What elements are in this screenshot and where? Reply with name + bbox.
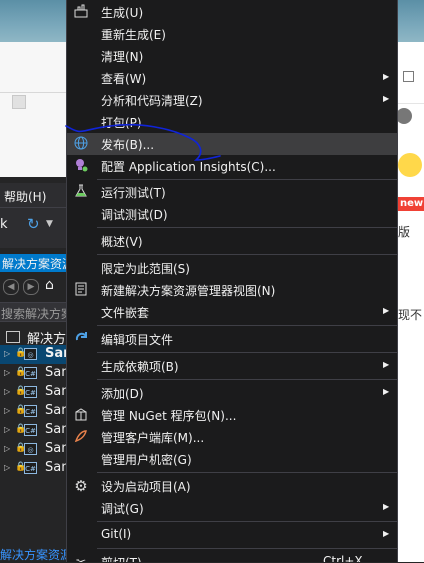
project-node[interactable]: ▷ 🔒 ◎ San [0, 440, 69, 459]
menu-item-set-startup[interactable]: ⚙ 设为启动项目(A) [67, 475, 397, 497]
submenu-arrow-icon: ▶ [383, 360, 390, 369]
menu-separator [97, 179, 397, 180]
project-node[interactable]: ▷ 🔒 C# San [0, 402, 69, 421]
menu-separator [97, 521, 397, 522]
menu-separator [97, 352, 397, 353]
menu-item-debug[interactable]: 调试(G) ▶ [67, 497, 397, 519]
menu-item-overview[interactable]: 概述(V) [67, 230, 397, 252]
divider [398, 103, 424, 104]
menu-item-manage-nuget[interactable]: 管理 NuGet 程序包(N)... [67, 404, 397, 426]
solution-explorer-title: 解决方案资源 [2, 257, 75, 271]
menu-item-rebuild[interactable]: 重新生成(E) [67, 23, 397, 45]
menu-item-cut[interactable]: ✂ 剪切(T) Ctrl+X [67, 551, 397, 562]
expand-arrow-icon[interactable]: ▷ [4, 349, 10, 358]
menu-item-git[interactable]: Git(I) ▶ [67, 524, 397, 546]
background-window [0, 42, 66, 177]
menu-item-app-insights[interactable]: 配置 Application Insights(C)... [67, 155, 397, 177]
build-icon [73, 4, 89, 20]
menu-item-scope[interactable]: 限定为此范围(S) [67, 257, 397, 279]
menu-separator [97, 254, 397, 255]
globe-icon [73, 136, 89, 152]
new-view-icon [73, 282, 89, 298]
submenu-arrow-icon: ▶ [383, 72, 390, 81]
submenu-arrow-icon: ▶ [383, 502, 390, 511]
menu-item-build-dependencies[interactable]: 生成依赖项(B) ▶ [67, 355, 397, 377]
menu-item-pack[interactable]: 打包(P) [67, 111, 397, 133]
web-project-icon: ◎ [24, 348, 37, 360]
menu-item-build[interactable]: 生成(U) [67, 1, 397, 23]
menu-item-view[interactable]: 查看(W) ▶ [67, 67, 397, 89]
toolbar-config-text[interactable]: k [0, 217, 8, 232]
menu-help[interactable]: 帮助(H) [4, 188, 46, 205]
menu-item-clean[interactable]: 清理(N) [67, 45, 397, 67]
menu-item-new-explorer-view[interactable]: 新建解决方案资源管理器视图(N) [67, 279, 397, 301]
cut-shortcut: Ctrl+X [323, 554, 363, 562]
chevron-down-icon[interactable]: ▼ [46, 219, 53, 229]
menu-item-analyze[interactable]: 分析和代码清理(Z) ▶ [67, 89, 397, 111]
expand-arrow-icon[interactable]: ▷ [4, 444, 10, 453]
forward-icon[interactable]: ▶ [23, 279, 39, 295]
submenu-arrow-icon: ▶ [383, 94, 390, 103]
gear-icon: ⚙ [74, 477, 88, 495]
menu-item-add[interactable]: 添加(D) ▶ [67, 382, 397, 404]
menu-item-debug-tests[interactable]: 调试测试(D) [67, 203, 397, 225]
csharp-project-icon: C# [24, 367, 37, 379]
solution-explorer-title-bar[interactable]: 解决方案资源 [0, 254, 74, 272]
menu-separator [97, 472, 397, 473]
expand-arrow-icon[interactable]: ▷ [4, 368, 10, 377]
csharp-project-icon: C# [24, 386, 37, 398]
home-icon[interactable]: ⌂ [45, 277, 54, 293]
nuget-package-icon [73, 407, 89, 423]
submenu-arrow-icon: ▶ [383, 306, 390, 315]
edit-arrow-icon [73, 331, 89, 347]
menu-separator [97, 325, 397, 326]
expand-arrow-icon[interactable]: ▷ [4, 406, 10, 415]
background-checkbox [12, 95, 26, 109]
project-node[interactable]: ▷ 🔒 C# San [0, 421, 69, 440]
project-node[interactable]: ▷ 🔒 C# San [0, 459, 69, 478]
solution-node[interactable]: 解决方案 [0, 327, 79, 347]
menu-item-edit-project-file[interactable]: 编辑项目文件 [67, 328, 397, 350]
csharp-project-icon: C# [24, 405, 37, 417]
client-library-icon [73, 429, 89, 445]
page-text-fragment: 现不 [398, 308, 423, 322]
expand-arrow-icon[interactable]: ▷ [4, 425, 10, 434]
submenu-arrow-icon: ▶ [383, 387, 390, 396]
context-menu: 生成(U) 重新生成(E) 清理(N) 查看(W) ▶ 分析和代码清理(Z) ▶… [66, 0, 398, 562]
refresh-icon[interactable]: ↻ [27, 215, 40, 233]
menu-item-run-tests[interactable]: 运行测试(T) [67, 181, 397, 203]
solution-explorer-footer[interactable]: 解决方案资源 [0, 546, 72, 562]
back-icon[interactable]: ◀ [3, 279, 19, 295]
project-node[interactable]: ▷ 🔒 ◎ San [0, 345, 72, 364]
divider [0, 92, 66, 93]
menu-separator [97, 379, 397, 380]
menu-item-file-nesting[interactable]: 文件嵌套 ▶ [67, 301, 397, 323]
expand-arrow-icon[interactable]: ▷ [4, 387, 10, 396]
project-node[interactable]: ▷ 🔒 C# San [0, 364, 69, 383]
menu-item-manage-client-libs[interactable]: 管理客户端库(M)... [67, 426, 397, 448]
solution-explorer-tab-link[interactable]: 解决方案资源 [0, 546, 72, 563]
new-badge: new [398, 197, 424, 211]
scissors-icon: ✂ [75, 555, 87, 562]
submenu-arrow-icon: ▶ [383, 529, 390, 538]
menu-separator [97, 227, 397, 228]
solution-icon [6, 331, 20, 343]
page-text-fragment: 版 [398, 225, 411, 239]
checkbox[interactable] [403, 71, 414, 82]
menu-item-publish[interactable]: 发布(B)... [67, 133, 397, 155]
avatar[interactable] [396, 108, 412, 124]
csharp-project-icon: C# [24, 424, 37, 436]
csharp-project-icon: C# [24, 462, 37, 474]
menu-item-manage-user-secrets[interactable]: 管理用户机密(G) [67, 448, 397, 470]
project-node[interactable]: ▷ 🔒 C# San [0, 383, 69, 402]
menu-separator [97, 548, 397, 549]
emoji-icon [398, 153, 422, 177]
web-project-icon: ◎ [24, 443, 37, 455]
solution-explorer-search-input[interactable]: 搜索解决方案资 [0, 302, 85, 322]
expand-arrow-icon[interactable]: ▷ [4, 463, 10, 472]
test-flask-icon [73, 184, 89, 200]
lightbulb-icon [73, 158, 89, 174]
